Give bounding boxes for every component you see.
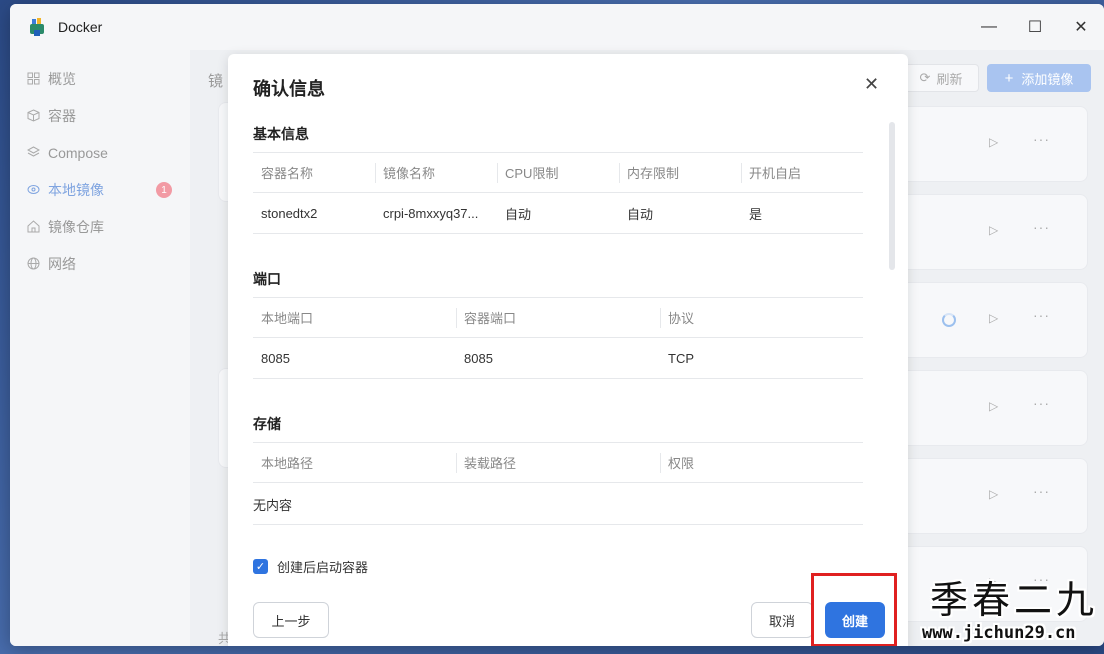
table-row: 8085 8085 TCP <box>253 337 863 379</box>
grid-icon <box>26 72 40 86</box>
checkbox-checked-icon[interactable]: ✓ <box>253 559 268 574</box>
column-header: 容器名称 <box>253 152 375 193</box>
layers-icon <box>26 146 40 160</box>
home-icon <box>26 220 40 234</box>
column-header: 镜像名称 <box>375 152 497 193</box>
column-header: 内存限制 <box>619 152 741 193</box>
refresh-label: 刷新 <box>936 71 963 87</box>
sidebar-item-label: 容器 <box>48 107 76 124</box>
column-header: 装载路径 <box>456 442 660 483</box>
refresh-icon: ⟳ <box>919 70 931 85</box>
sidebar: 概览 容器 Compose 本地镜像 1 镜像仓库 网络 <box>10 50 188 646</box>
previous-step-button[interactable]: 上一步 <box>253 602 329 638</box>
disk-icon <box>26 183 40 197</box>
window-title: Docker <box>58 19 103 35</box>
image-card[interactable]: ▷ ··· <box>890 282 1088 358</box>
table-cell: TCP <box>660 337 863 379</box>
sidebar-item-overview[interactable]: 概览 <box>10 60 188 97</box>
cube-icon <box>26 109 40 123</box>
column-header: 协议 <box>660 297 863 338</box>
play-icon[interactable]: ▷ <box>989 311 998 325</box>
sidebar-item-label: 概览 <box>48 70 76 87</box>
image-card[interactable]: ▷ ··· <box>890 370 1088 446</box>
more-icon[interactable]: ··· <box>1033 131 1050 147</box>
docker-app-icon <box>30 18 44 36</box>
plus-icon: + <box>1004 69 1014 87</box>
image-card[interactable]: ▷ ··· <box>890 106 1088 182</box>
table-cell: 自动 <box>619 192 741 234</box>
more-icon[interactable]: ··· <box>1033 307 1050 323</box>
empty-text: 无内容 <box>253 498 293 513</box>
sidebar-item-containers[interactable]: 容器 <box>10 97 188 134</box>
confirm-dialog: 确认信息 ✕ 基本信息 容器名称 镜像名称 CPU限制 内存限制 开机自启 st… <box>228 54 908 646</box>
watermark-url: www.jichun29.cn <box>922 623 1076 643</box>
sidebar-item-network[interactable]: 网络 <box>10 245 188 282</box>
watermark: 季春二九 www.jichun29.cn <box>920 578 1104 654</box>
table-header-row: 本地路径 装载路径 权限 <box>253 442 863 483</box>
play-icon[interactable]: ▷ <box>989 135 998 149</box>
docker-window: Docker — ☐ ✕ 概览 容器 Compose 本地镜像 1 镜像仓库 网… <box>10 4 1104 646</box>
play-icon[interactable]: ▷ <box>989 223 998 237</box>
sidebar-item-registry[interactable]: 镜像仓库 <box>10 208 188 245</box>
loading-spinner-icon <box>942 313 956 327</box>
column-header: 本地端口 <box>253 297 456 338</box>
table-cell: 8085 <box>456 337 660 379</box>
globe-icon <box>26 257 40 271</box>
more-icon[interactable]: ··· <box>1033 483 1050 499</box>
divider <box>253 524 863 525</box>
play-icon[interactable]: ▷ <box>989 487 998 501</box>
table-row: stonedtx2 crpi-8mxxyq37... 自动 自动 是 <box>253 192 863 234</box>
title-bar: Docker — ☐ ✕ <box>10 4 1104 50</box>
cancel-button[interactable]: 取消 <box>751 602 813 638</box>
add-image-label: 添加镜像 <box>1021 71 1074 87</box>
minimize-icon[interactable]: — <box>966 4 1012 50</box>
sidebar-item-label: 本地镜像 <box>48 181 104 198</box>
column-header: 权限 <box>660 442 863 483</box>
column-header: 开机自启 <box>741 152 863 193</box>
sidebar-item-label: 网络 <box>48 255 76 272</box>
close-icon[interactable]: ✕ <box>1058 4 1104 50</box>
column-header: CPU限制 <box>497 152 619 193</box>
table-cell: stonedtx2 <box>253 192 375 234</box>
sidebar-item-label: Compose <box>48 144 108 161</box>
image-card[interactable]: ▷ ··· <box>890 194 1088 270</box>
table-cell: 自动 <box>497 192 619 234</box>
notification-badge: 1 <box>156 182 172 198</box>
sidebar-item-compose[interactable]: Compose <box>10 134 188 171</box>
add-image-button[interactable]: + 添加镜像 <box>987 64 1091 92</box>
maximize-icon[interactable]: ☐ <box>1012 4 1058 50</box>
column-header: 容器端口 <box>456 297 660 338</box>
storage-table: 本地路径 装载路径 权限 <box>253 442 863 483</box>
more-icon[interactable]: ··· <box>1033 395 1050 411</box>
checkbox-label: 创建后启动容器 <box>277 560 369 575</box>
section-title-storage: 存储 <box>253 416 281 432</box>
image-card[interactable]: ▷ ··· <box>890 458 1088 534</box>
section-title-basic: 基本信息 <box>253 126 309 142</box>
basic-info-table: 容器名称 镜像名称 CPU限制 内存限制 开机自启 stonedtx2 crpi… <box>253 152 863 234</box>
table-header-row: 本地端口 容器端口 协议 <box>253 297 863 338</box>
section-title-ports: 端口 <box>253 271 281 287</box>
page-title: 镜 <box>208 73 224 90</box>
sidebar-item-local-images[interactable]: 本地镜像 1 <box>10 171 188 208</box>
play-icon[interactable]: ▷ <box>989 399 998 413</box>
start-after-create-option[interactable]: ✓ 创建后启动容器 <box>253 557 368 576</box>
column-header: 本地路径 <box>253 442 456 483</box>
table-cell: 8085 <box>253 337 456 379</box>
dialog-title: 确认信息 <box>253 79 325 99</box>
sidebar-item-label: 镜像仓库 <box>48 218 104 235</box>
table-header-row: 容器名称 镜像名称 CPU限制 内存限制 开机自启 <box>253 152 863 193</box>
close-icon[interactable]: ✕ <box>864 74 879 95</box>
refresh-button[interactable]: ⟳ 刷新 <box>903 64 979 92</box>
scrollbar[interactable] <box>889 122 895 270</box>
more-icon[interactable]: ··· <box>1033 219 1050 235</box>
highlight-box <box>811 573 897 646</box>
table-cell: crpi-8mxxyq37... <box>375 192 497 234</box>
table-cell: 是 <box>741 192 863 234</box>
watermark-title: 季春二九 <box>930 578 1099 622</box>
ports-table: 本地端口 容器端口 协议 8085 8085 TCP <box>253 297 863 379</box>
